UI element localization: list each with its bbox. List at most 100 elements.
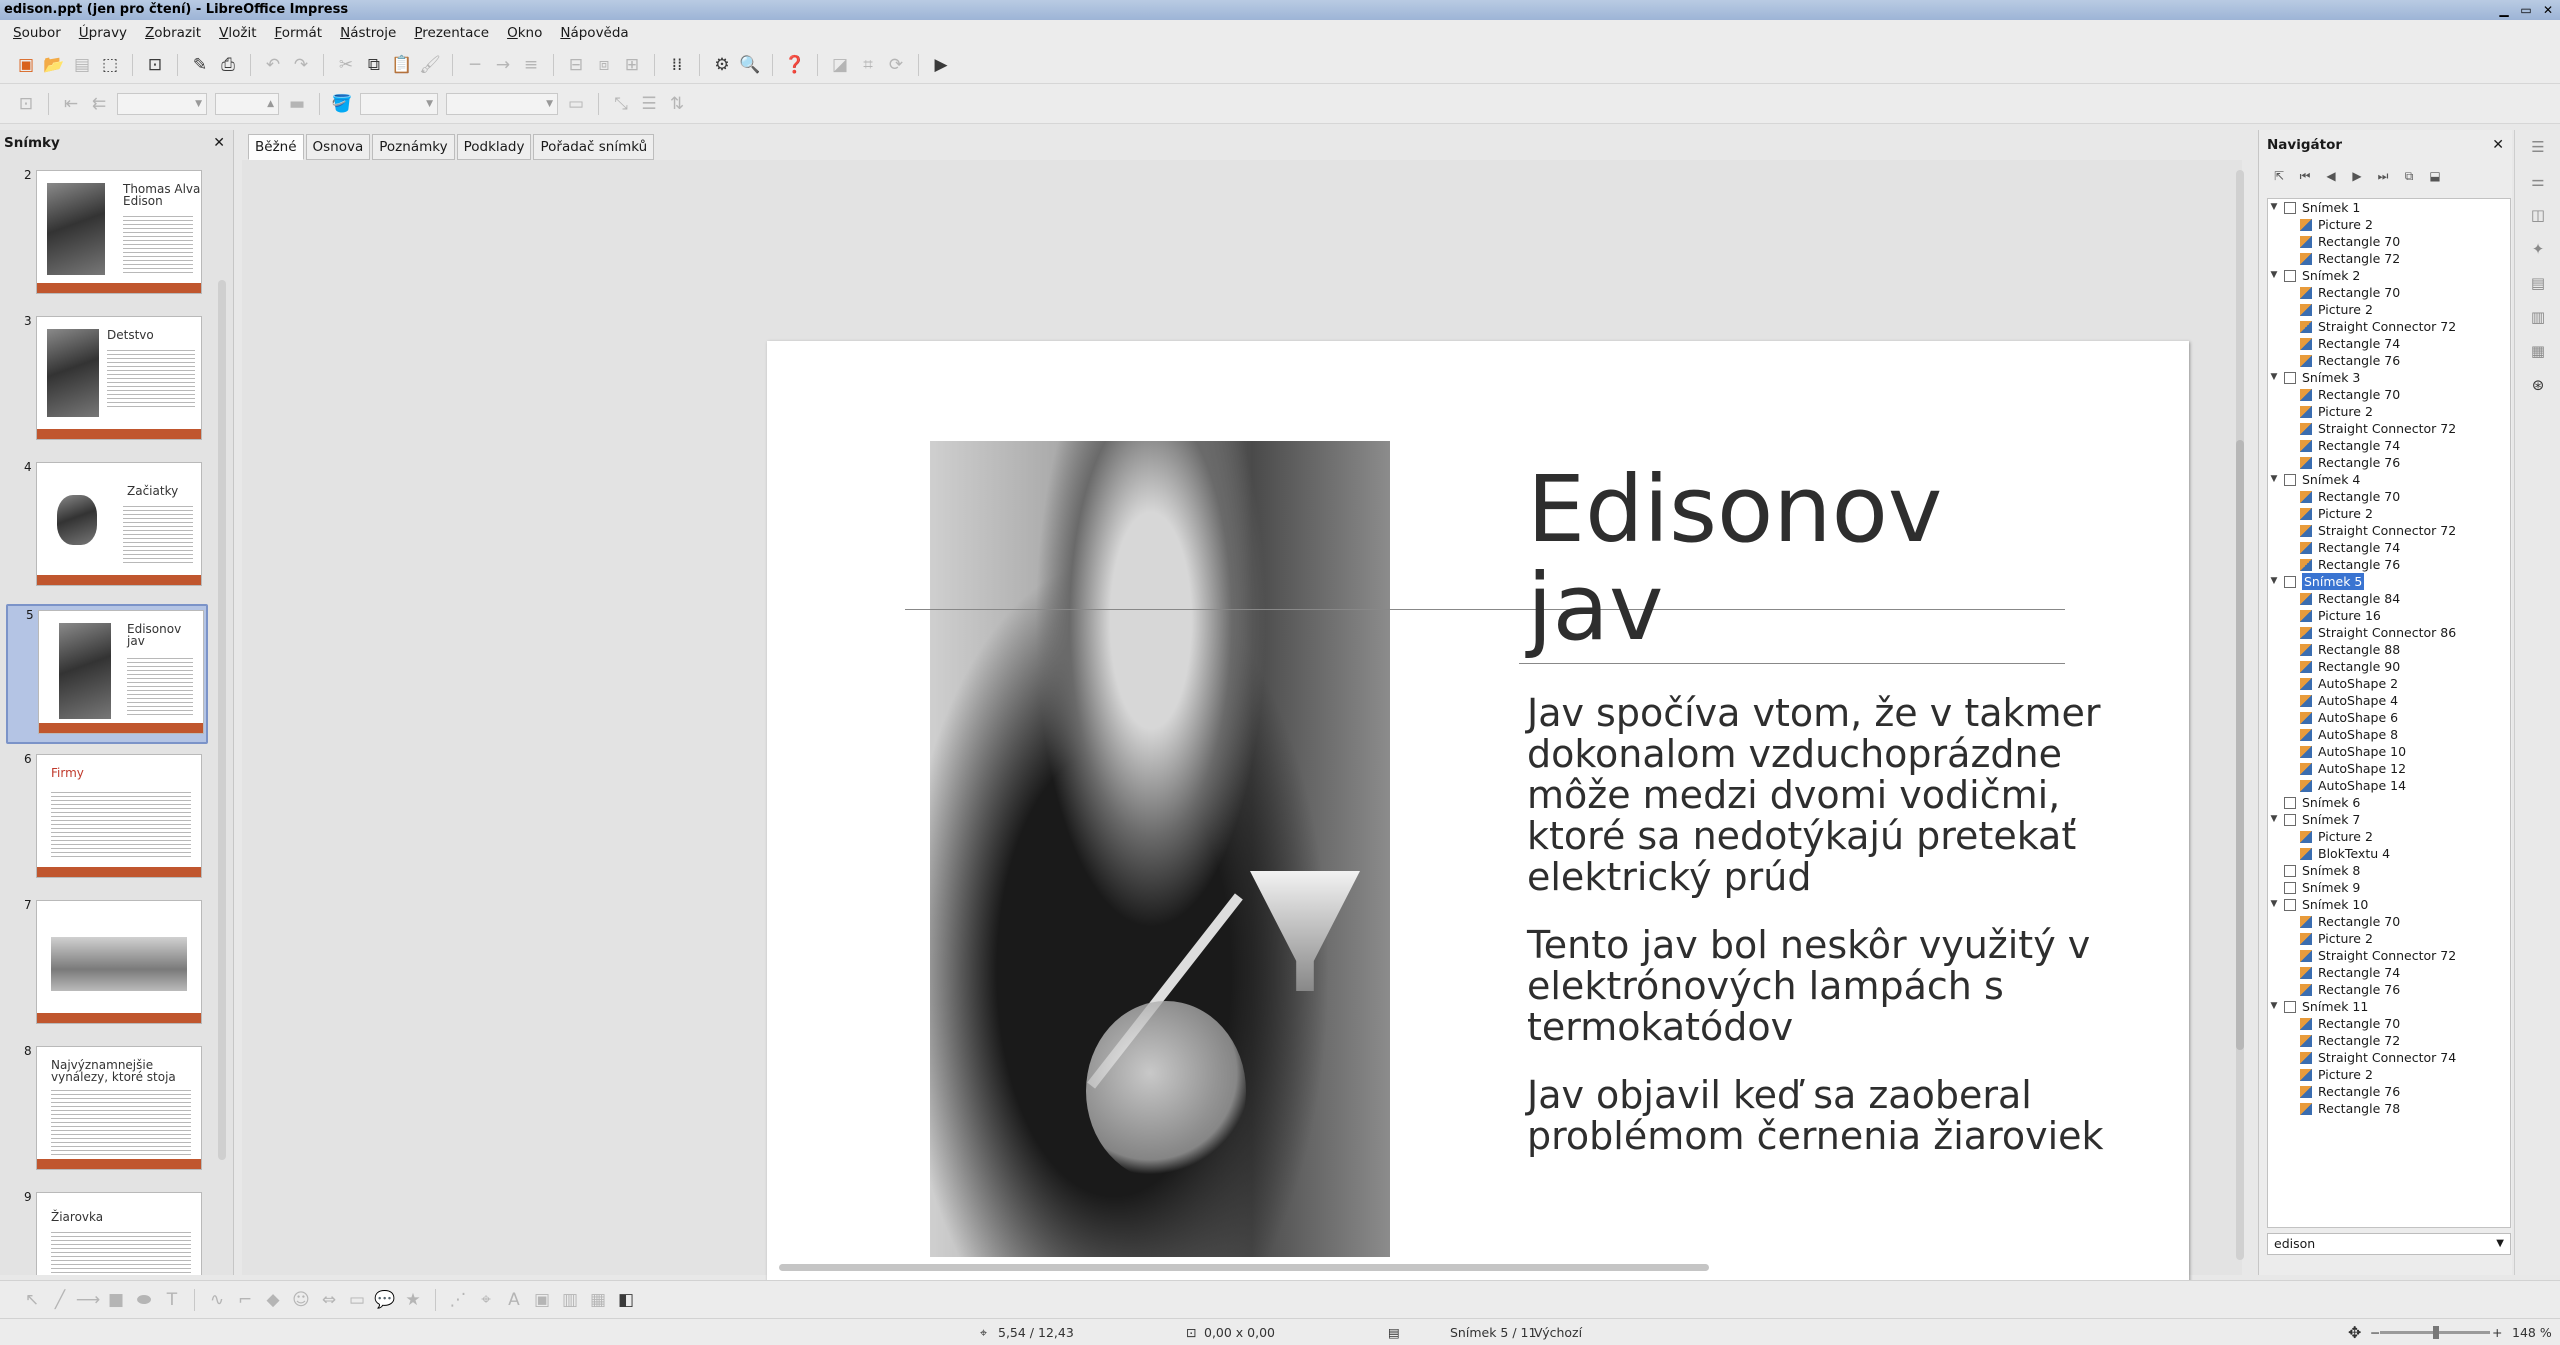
basic-shapes-icon[interactable]: ◆ [259, 1286, 287, 1314]
slide-title[interactable]: Edisonov jav [1527, 461, 1942, 657]
export-pdf-icon[interactable]: ⊡ [141, 51, 169, 79]
navigator-shape-node[interactable]: Picture 2 [2268, 216, 2510, 233]
curve-tool-icon[interactable]: ∿ [203, 1286, 231, 1314]
navigator-shape-node[interactable]: AutoShape 12 [2268, 760, 2510, 777]
navigator-shape-node[interactable]: Rectangle 74 [2268, 539, 2510, 556]
navigator-shape-node[interactable]: Rectangle 76 [2268, 556, 2510, 573]
navigator-shape-node[interactable]: Rectangle 72 [2268, 1032, 2510, 1049]
start-slideshow-icon[interactable]: ▶ [927, 51, 955, 79]
navigator-shape-node[interactable]: Rectangle 84 [2268, 590, 2510, 607]
properties-icon[interactable]: ⚌ [2515, 164, 2560, 198]
line-width-icon[interactable]: ≡ [517, 51, 545, 79]
navigator-shape-node[interactable]: Rectangle 70 [2268, 233, 2510, 250]
arrowheads-icon[interactable]: ⇤ [57, 90, 85, 118]
navigator-shape-node[interactable]: Rectangle 88 [2268, 641, 2510, 658]
slide-body[interactable]: Jav spočíva vtom, že v takmer dokonalom … [1527, 693, 2147, 1184]
animation-icon[interactable]: ✦ [2515, 232, 2560, 266]
tab-normal[interactable]: Běžné [248, 134, 304, 160]
transform-icon[interactable]: ⟳ [882, 51, 910, 79]
line-style-dropdown-icon[interactable]: ⇇ [85, 90, 113, 118]
navigator-shape-node[interactable]: Rectangle 76 [2268, 1083, 2510, 1100]
ellipse-tool-icon[interactable]: ⬬ [130, 1286, 158, 1314]
menu-napoveda[interactable]: Nápověda [551, 25, 637, 41]
clone-formatting-icon[interactable]: 🖌 [416, 51, 444, 79]
menu-upravy[interactable]: Úpravy [70, 25, 136, 41]
zoom-level[interactable]: 148 % [2512, 1319, 2552, 1345]
area-style-combo[interactable]: ▼ [360, 92, 438, 115]
navigator-shape-node[interactable]: Picture 2 [2268, 828, 2510, 845]
new-document-icon[interactable]: ▣ [12, 51, 40, 79]
align-icon[interactable]: ⊟ [562, 51, 590, 79]
fontwork-icon[interactable]: A [500, 1286, 528, 1314]
navigator-shape-node[interactable]: Rectangle 70 [2268, 488, 2510, 505]
zoom-in-icon[interactable]: + [2492, 1319, 2502, 1345]
navigator-shape-node[interactable]: Straight Connector 86 [2268, 624, 2510, 641]
shadow-icon[interactable]: ◪ [826, 51, 854, 79]
line-style-combo[interactable]: ▼ [117, 92, 207, 115]
horizontal-scrollbar[interactable] [779, 1264, 1709, 1271]
navigator-shape-node[interactable]: Rectangle 74 [2268, 335, 2510, 352]
menu-format[interactable]: Formát [265, 25, 331, 41]
navigator-shape-node[interactable]: AutoShape 6 [2268, 709, 2510, 726]
navigator-shape-node[interactable]: BlokTextu 4 [2268, 845, 2510, 862]
menu-okno[interactable]: Okno [498, 25, 551, 41]
document-modified-icon[interactable]: ▤ [1388, 1319, 1400, 1345]
arrow-tool-icon[interactable]: ⟶ [74, 1286, 102, 1314]
pointer-icon[interactable]: ⇱ [2267, 166, 2291, 186]
arrange-objects-icon[interactable]: ⇅ [663, 90, 691, 118]
vertical-scrollbar[interactable] [2236, 170, 2244, 1260]
gallery-icon[interactable]: ▦ [2515, 334, 2560, 368]
line-tool-icon[interactable]: ╱ [46, 1286, 74, 1314]
menu-zobrazit[interactable]: Zobrazit [136, 25, 210, 41]
settings-icon[interactable]: ⚙ [708, 51, 736, 79]
first-slide-icon[interactable]: ⏮ [2293, 166, 2317, 186]
menu-nastroje[interactable]: Nástroje [331, 25, 405, 41]
navigator-shape-node[interactable]: AutoShape 10 [2268, 743, 2510, 760]
last-slide-icon[interactable]: ⏭ [2371, 166, 2395, 186]
insert-chart-icon[interactable]: ▥ [556, 1286, 584, 1314]
navigator-icon[interactable]: ⊛ [2515, 368, 2560, 402]
navigator-shape-node[interactable]: Rectangle 78 [2268, 1100, 2510, 1117]
navigator-tree[interactable]: ▼ Snímek 1 Picture 2 Rectangle 70 Rectangle … [2267, 198, 2511, 1228]
insert-image-icon[interactable]: ▣ [528, 1286, 556, 1314]
navigator-slide-node[interactable]: ▼ Snímek 2 [2268, 267, 2510, 284]
navigator-shape-node[interactable]: AutoShape 4 [2268, 692, 2510, 709]
navigator-slide-node[interactable]: Snímek 8 [2268, 862, 2510, 879]
collapse-icon[interactable]: ▼ [2268, 369, 2280, 386]
select-icon[interactable]: ⊡ [12, 90, 40, 118]
navigator-slide-node[interactable]: ▼ Snímek 5 [2268, 573, 2510, 590]
navigator-shape-node[interactable]: Picture 2 [2268, 505, 2510, 522]
redo-icon[interactable]: ↷ [287, 51, 315, 79]
block-arrows-icon[interactable]: ⇔ [315, 1286, 343, 1314]
navigator-slide-node[interactable]: ▼ Snímek 7 [2268, 811, 2510, 828]
slide-transition-icon[interactable]: ◫ [2515, 198, 2560, 232]
points-icon[interactable]: ⋰ [444, 1286, 472, 1314]
collapse-icon[interactable]: ▼ [2268, 811, 2280, 828]
navigator-shape-node[interactable]: Rectangle 70 [2268, 386, 2510, 403]
navigator-shape-node[interactable]: AutoShape 8 [2268, 726, 2510, 743]
collapse-icon[interactable]: ▼ [2268, 896, 2280, 913]
collapse-icon[interactable]: ▼ [2268, 471, 2280, 488]
navigator-slide-node[interactable]: ▼ Snímek 11 [2268, 998, 2510, 1015]
symbol-shapes-icon[interactable]: ☺ [287, 1286, 315, 1314]
slide-thumbnail[interactable]: 9 Žiarovka [6, 1188, 208, 1275]
scroll-thumb[interactable] [2236, 440, 2244, 1050]
slides-scrollbar[interactable] [218, 280, 226, 1160]
navigator-slide-node[interactable]: Snímek 9 [2268, 879, 2510, 896]
paste-icon[interactable]: 📋 [388, 51, 416, 79]
previous-slide-icon[interactable]: ◀ [2319, 166, 2343, 186]
menu-soubor[interactable]: Soubor [4, 25, 70, 41]
navigator-slide-node[interactable]: Snímek 6 [2268, 794, 2510, 811]
zoom-out-icon[interactable]: − [2370, 1319, 2380, 1345]
navigator-shape-node[interactable]: Rectangle 76 [2268, 454, 2510, 471]
styles-icon[interactable]: ▥ [2515, 300, 2560, 334]
master-slides-icon[interactable]: ▤ [2515, 266, 2560, 300]
slide-thumbnail[interactable]: 4 Začiatky [6, 458, 208, 598]
minimize-icon[interactable]: ▁ [2496, 3, 2512, 17]
edison-photo[interactable] [930, 441, 1390, 1257]
navigator-shape-node[interactable]: Rectangle 72 [2268, 250, 2510, 267]
navigator-shape-node[interactable]: Picture 2 [2268, 301, 2510, 318]
rectangle-tool-icon[interactable]: ■ [102, 1286, 130, 1314]
crop-icon[interactable]: ⌗ [854, 51, 882, 79]
callouts-icon[interactable]: 💬 [371, 1286, 399, 1314]
